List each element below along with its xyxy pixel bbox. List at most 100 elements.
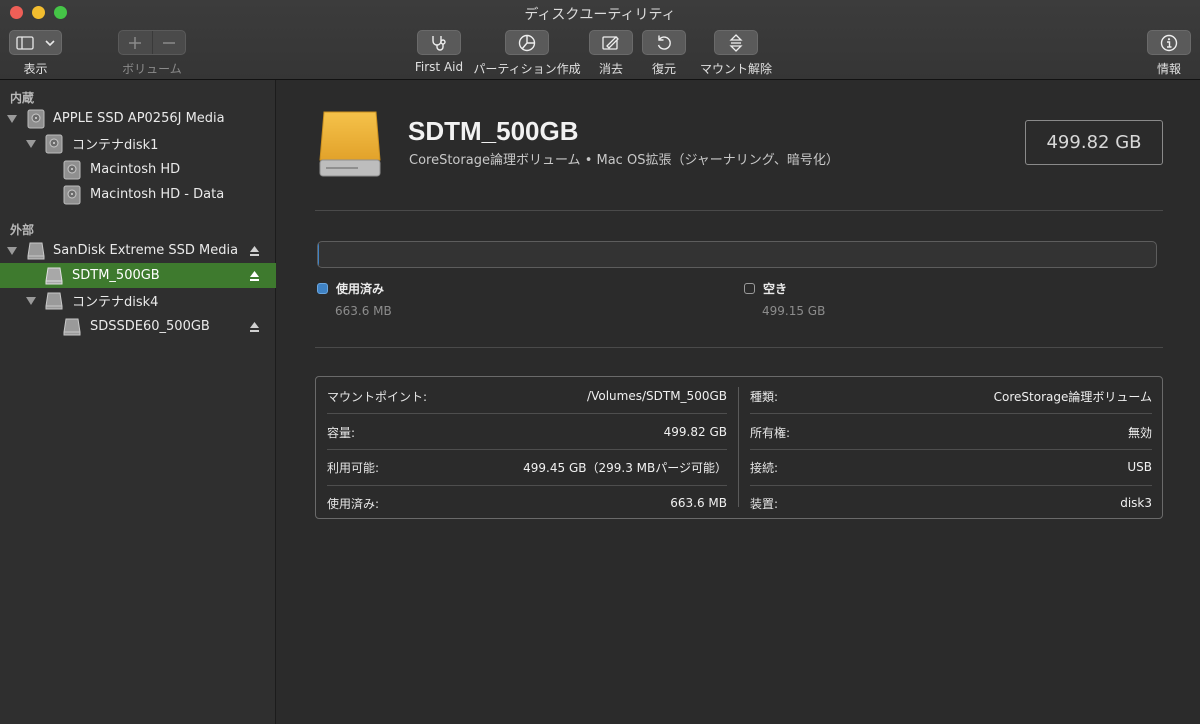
sidebar-section-internal: 内蔵 [10,91,35,105]
volume-segmented-control[interactable] [118,30,186,55]
external-volume-icon [45,267,63,285]
first-aid-label: First Aid [414,60,464,74]
container-disk-icon [45,134,63,154]
pie-chart-icon [518,34,536,51]
erase-button[interactable] [589,30,633,55]
divider [315,347,1163,348]
info-value: CoreStorage論理ボリューム [993,389,1152,404]
divider [315,210,1163,211]
view-button[interactable] [9,30,62,55]
unmount-icon [729,33,743,52]
sidebar-item-label: Macintosh HD [90,162,181,177]
sidebar-item-label: SDSSDE60_500GB [90,319,210,334]
toolbar: ディスクユーティリティ 表示 ボリューム First Aid パーティション作成… [0,0,1200,80]
unmount-label: マウント解除 [699,62,772,76]
sidebar-item-container-disk1[interactable]: コンテナdisk1 [0,131,276,156]
info-row-available: 利用可能: 499.45 GB（299.3 MBパージ可能） [327,449,727,485]
sidebar-item-macintosh-hd-data[interactable]: Macintosh HD - Data [0,182,276,207]
volume-disk-icon [63,185,81,205]
internal-disk-icon [27,109,45,129]
sidebar-item-label: SDTM_500GB [72,268,160,283]
info-value: 無効 [1127,425,1152,440]
main-panel: SDTM_500GB CoreStorage論理ボリューム • Mac OS拡張… [277,80,1200,724]
info-row-used: 使用済み: 663.6 MB [327,485,727,521]
sidebar-item-label: コンテナdisk1 [72,138,159,153]
sidebar-item-sdssde60-500gb[interactable]: SDSSDE60_500GB [0,314,276,339]
free-color-swatch [744,283,755,294]
external-disk-icon [27,242,45,260]
column-separator [738,387,739,507]
sidebar: 内蔵 APPLE SSD AP0256J Media コンテナdisk1 Mac… [0,80,276,724]
legend-used: 使用済み [317,280,384,297]
sidebar-section-external: 外部 [10,223,35,237]
info-row-type: 種類: CoreStorage論理ボリューム [750,378,1152,414]
add-volume-button[interactable] [119,31,152,54]
partition-button[interactable] [505,30,549,55]
external-volume-icon [63,318,81,336]
legend-free: 空き [744,280,787,297]
sidebar-item-label: APPLE SSD AP0256J Media [53,111,225,126]
disclosure-triangle-icon[interactable] [26,140,36,148]
sidebar-item-label: コンテナdisk4 [72,295,159,310]
sidebar-item-apple-ssd[interactable]: APPLE SSD AP0256J Media [0,106,276,131]
restore-arrow-icon [657,35,671,50]
disk-utility-window: ディスクユーティリティ 表示 ボリューム First Aid パーティション作成… [0,0,1200,724]
used-color-swatch [317,283,328,294]
disclosure-triangle-icon[interactable] [26,297,36,305]
info-row-mount-point: マウントポイント: /Volumes/SDTM_500GB [327,378,727,414]
eject-icon[interactable] [249,321,260,333]
sidebar-item-sdtm-500gb[interactable]: SDTM_500GB [0,263,276,288]
info-value: disk3 [1120,496,1152,510]
volume-description: CoreStorage論理ボリューム • Mac OS拡張（ジャーナリング、暗号… [409,153,839,168]
restore-button[interactable] [642,30,686,55]
disclosure-triangle-icon[interactable] [7,247,17,255]
sidebar-item-macintosh-hd[interactable]: Macintosh HD [0,157,276,182]
info-label: 情報 [1156,62,1181,76]
free-value: 499.15 GB [762,304,826,318]
disclosure-triangle-icon[interactable] [7,115,17,123]
legend-free-label: 空き [763,282,788,296]
plus-icon [129,36,141,49]
info-row-connection: 接続: USB [750,449,1152,485]
info-key: 種類: [750,389,779,404]
volume-label: ボリューム [122,62,182,76]
external-drive-icon [319,111,381,177]
usage-bar-used-fill [318,242,320,267]
window-title: ディスクユーティリティ [524,7,676,23]
info-value: 663.6 MB [670,496,727,510]
remove-volume-button[interactable] [153,31,186,54]
info-value: 499.82 GB [663,425,727,439]
info-key: 装置: [750,496,779,511]
capacity-badge: 499.82 GB [1025,120,1163,165]
volume-name: SDTM_500GB [408,116,579,146]
volume-disk-icon [63,160,81,180]
info-icon [1160,34,1178,51]
eject-icon[interactable] [249,270,260,282]
info-button[interactable] [1147,30,1191,55]
eraser-icon [602,35,619,50]
container-disk-icon [45,292,63,310]
usage-bar [317,241,1157,268]
sidebar-icon [15,35,34,50]
sidebar-item-container-disk4[interactable]: コンテナdisk4 [0,288,276,313]
info-row-owners: 所有権: 無効 [750,414,1152,450]
legend-used-label: 使用済み [336,282,385,296]
first-aid-button[interactable] [417,30,461,55]
sidebar-item-label: Macintosh HD - Data [90,187,225,202]
info-row-capacity: 容量: 499.82 GB [327,414,727,450]
restore-label: 復元 [651,62,676,76]
view-label: 表示 [23,62,48,76]
partition-label: パーティション作成 [473,62,581,76]
stethoscope-icon [432,35,446,51]
info-key: マウントポイント: [327,389,428,404]
info-key: 接続: [750,460,779,475]
sidebar-item-label: SanDisk Extreme SSD Media [53,243,239,258]
eject-icon[interactable] [249,245,260,257]
used-value: 663.6 MB [335,304,392,318]
info-value: USB [1127,460,1152,474]
unmount-button[interactable] [714,30,758,55]
info-row-device: 装置: disk3 [750,485,1152,521]
sidebar-item-sandisk[interactable]: SanDisk Extreme SSD Media [0,238,276,263]
info-key: 利用可能: [327,460,380,475]
info-key: 所有権: [750,425,791,440]
